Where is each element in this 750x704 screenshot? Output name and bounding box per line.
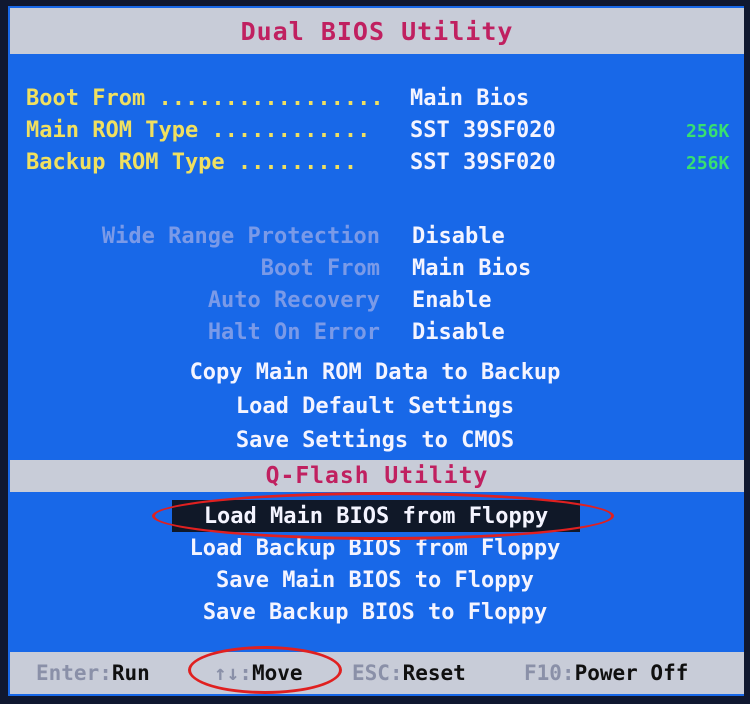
info-row-boot-from: Boot From ................. Main Bios xyxy=(26,86,529,116)
hint-key: F10: xyxy=(524,661,575,685)
option-wide-range-protection[interactable]: Wide Range Protection Disable xyxy=(0,224,750,254)
info-row-backup-rom-type: Backup ROM Type ......... SST 39SF020 25… xyxy=(26,150,729,180)
info-label: Backup ROM Type ......... xyxy=(26,150,358,175)
hint-enter-run: Enter:Run xyxy=(36,661,150,685)
hint-action: Run xyxy=(111,661,150,685)
hint-action: Power Off xyxy=(574,661,689,685)
option-label: Halt On Error xyxy=(207,320,380,345)
qflash-title: Q-Flash Utility xyxy=(265,463,489,489)
annotation-oval-selected-item xyxy=(152,492,614,540)
action-load-default-settings[interactable]: Load Default Settings xyxy=(0,394,750,424)
bios-screen: Dual BIOS Utility Boot From ............… xyxy=(0,0,750,704)
info-value: SST 39SF020 xyxy=(410,150,556,175)
info-label: Main ROM Type ............ xyxy=(26,118,371,143)
option-value[interactable]: Main Bios xyxy=(412,256,531,281)
page-title: Dual BIOS Utility xyxy=(240,16,514,46)
hint-action: Reset xyxy=(402,661,466,685)
hint-key: Enter: xyxy=(36,661,112,685)
qflash-item-save-main-bios[interactable]: Save Main BIOS to Floppy xyxy=(0,568,750,598)
info-value: Main Bios xyxy=(410,86,530,111)
annotation-oval-move-hint xyxy=(188,646,342,694)
hint-key: ESC: xyxy=(352,661,403,685)
action-save-settings-cmos[interactable]: Save Settings to CMOS xyxy=(0,428,750,458)
option-label: Wide Range Protection xyxy=(101,224,380,249)
qflash-header: Q-Flash Utility xyxy=(10,460,744,492)
title-bar: Dual BIOS Utility xyxy=(10,8,744,54)
qflash-item-load-backup-bios[interactable]: Load Backup BIOS from Floppy xyxy=(0,536,750,566)
frame-left xyxy=(0,0,8,704)
option-value[interactable]: Disable xyxy=(412,320,505,345)
option-label: Auto Recovery xyxy=(207,288,380,313)
option-halt-on-error[interactable]: Halt On Error Disable xyxy=(0,320,750,350)
option-value[interactable]: Enable xyxy=(412,288,491,313)
info-value: SST 39SF020 xyxy=(410,118,556,143)
frame-right xyxy=(744,0,750,704)
action-copy-main-rom[interactable]: Copy Main ROM Data to Backup xyxy=(0,360,750,390)
hint-f10-power-off: F10:Power Off xyxy=(524,661,688,685)
frame-top xyxy=(0,0,750,6)
hint-esc-reset: ESC:Reset xyxy=(352,661,466,685)
rom-size: 256K xyxy=(686,153,730,174)
info-row-main-rom-type: Main ROM Type ............ SST 39SF020 2… xyxy=(26,118,729,148)
option-value[interactable]: Disable xyxy=(412,224,505,249)
option-boot-from[interactable]: Boot From Main Bios xyxy=(0,256,750,286)
option-label: Boot From xyxy=(260,256,380,281)
info-label: Boot From ................. xyxy=(26,86,384,111)
rom-size: 256K xyxy=(686,121,730,142)
qflash-item-save-backup-bios[interactable]: Save Backup BIOS to Floppy xyxy=(0,600,750,630)
option-auto-recovery[interactable]: Auto Recovery Enable xyxy=(0,288,750,318)
status-bar: Enter:Run ↑↓:Move ESC:Reset F10:Power Of… xyxy=(10,652,744,694)
frame-bottom xyxy=(0,696,750,704)
